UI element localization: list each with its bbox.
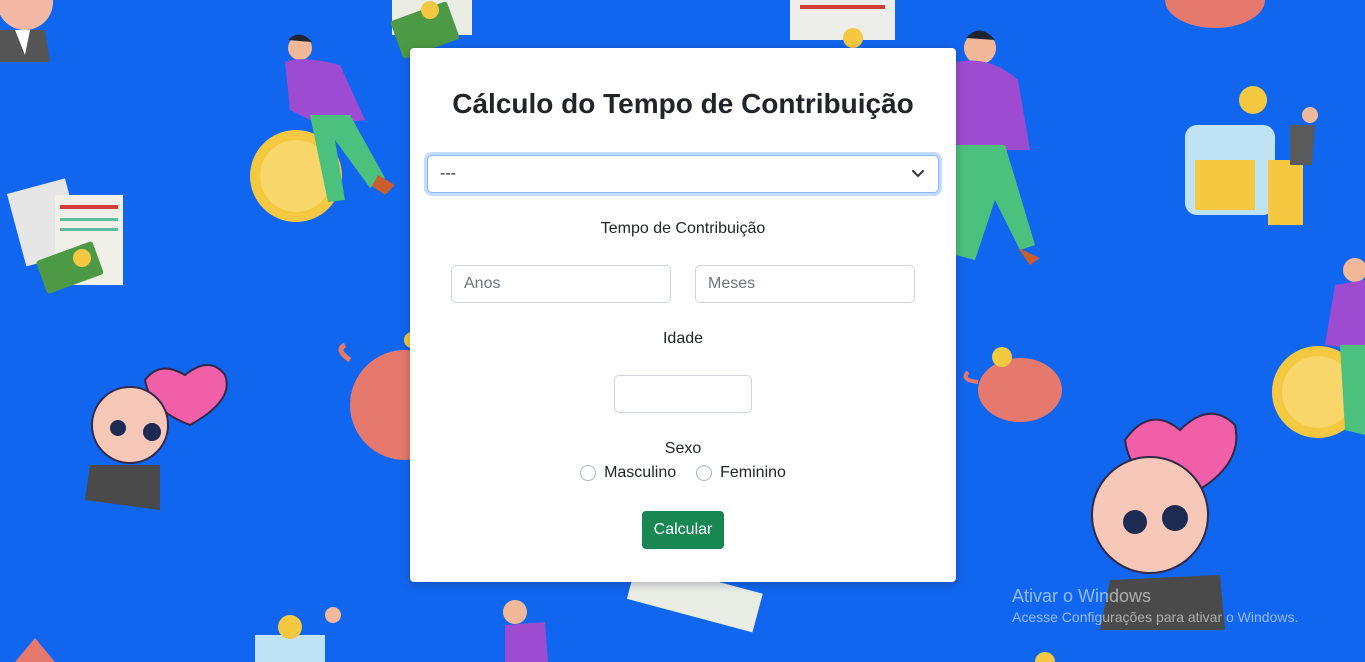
anos-input[interactable]: Anos <box>451 265 671 303</box>
select-value: --- <box>440 165 456 182</box>
radio-option-feminino[interactable]: Feminino <box>696 464 786 482</box>
form-card: Cálculo do Tempo de Contribuição --- Tem… <box>410 48 956 582</box>
category-select[interactable]: --- <box>427 155 939 193</box>
idade-label: Idade <box>662 330 704 347</box>
radio-masculino-label: Masculino <box>604 464 677 481</box>
watermark-subtitle: Acesse Configurações para ativar o Windo… <box>1012 609 1299 625</box>
sexo-label: Sexo <box>664 440 702 457</box>
chevron-down-icon <box>912 170 924 178</box>
page-title: Cálculo do Tempo de Contribuição <box>452 88 914 119</box>
old-man-illustration <box>0 0 53 62</box>
piggy-bank-top-illustration <box>1165 0 1265 28</box>
meses-input[interactable]: Meses <box>695 265 915 303</box>
radio-feminino[interactable] <box>696 465 713 481</box>
calcular-button[interactable]: Calcular <box>642 511 724 549</box>
sexo-radio-group: Masculino Feminino <box>410 464 956 482</box>
old-man-heart-illustration <box>85 364 228 510</box>
coin-jar-illustration <box>1185 86 1318 225</box>
watermark-title: Ativar o Windows <box>1012 586 1152 606</box>
man-coin-right-illustration <box>1272 258 1365 438</box>
radio-feminino-label: Feminino <box>720 464 786 481</box>
documents-illustration <box>6 178 123 294</box>
man-with-coin-illustration <box>250 34 395 222</box>
radio-masculino[interactable] <box>580 465 597 481</box>
receipt-illustration <box>790 0 895 48</box>
anos-placeholder: Anos <box>464 275 501 292</box>
idade-input[interactable] <box>614 375 752 413</box>
piggy-bank-right-illustration <box>963 347 1062 422</box>
man-walking-illustration <box>956 30 1040 265</box>
windows-activation-watermark: Ativar o Windows Acesse Configurações pa… <box>1012 586 1298 625</box>
tempo-label: Tempo de Contribuição <box>600 220 766 237</box>
radio-option-masculino[interactable]: Masculino <box>580 464 676 482</box>
meses-placeholder: Meses <box>708 275 756 292</box>
